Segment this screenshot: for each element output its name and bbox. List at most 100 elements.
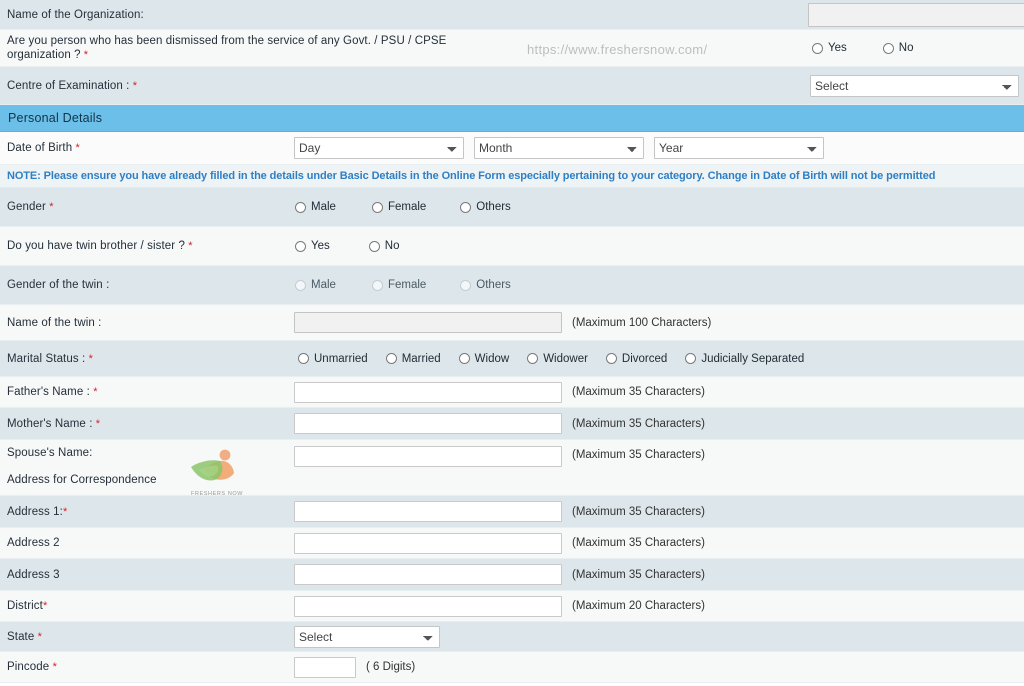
twin-name-input[interactable]	[294, 312, 562, 333]
fathers-name-hint: (Maximum 35 Characters)	[572, 386, 705, 398]
mothers-name-hint: (Maximum 35 Characters)	[572, 417, 705, 430]
radio-marital-widower[interactable]: Widower	[527, 353, 588, 365]
label-text: Gender	[7, 201, 50, 213]
pincode-input[interactable]	[294, 656, 356, 678]
radio-circle-icon	[812, 42, 823, 54]
radio-twin-no[interactable]: No	[368, 240, 400, 252]
radio-marital-married[interactable]: Married	[385, 353, 441, 365]
radio-label: Female	[387, 201, 427, 213]
label-text: Name of the Organization:	[7, 8, 144, 21]
label-text: Gender of the twin :	[7, 279, 110, 291]
label-text: Name of the twin :	[7, 316, 102, 329]
label-marital-status: Marital Status : *	[0, 352, 296, 366]
label-text: State	[7, 630, 38, 643]
address-1-input[interactable]	[294, 501, 562, 522]
row-marital-status: Marital Status : * Unmarried Married Wid…	[0, 341, 1024, 377]
section-title: Personal Details	[8, 111, 103, 125]
radio-twin-gender-female[interactable]: Female	[371, 279, 426, 291]
fathers-name-input[interactable]	[294, 381, 562, 403]
label-text: Spouse's Name:	[7, 447, 93, 459]
radio-twin-yes[interactable]: Yes	[295, 240, 330, 252]
radio-gender-others[interactable]: Others	[460, 201, 511, 213]
label-text: Address 3	[7, 568, 60, 581]
required-asterisk: *	[49, 201, 54, 213]
label-address-2: Address 2	[0, 536, 296, 550]
label-text: Date of Birth	[7, 142, 76, 154]
radio-circle-icon	[460, 201, 472, 213]
required-asterisk: *	[95, 417, 101, 430]
spouse-name-input[interactable]	[294, 446, 562, 467]
dismissed-radio-group: Yes No	[812, 42, 917, 54]
label-date-of-birth: Date of Birth *	[0, 141, 296, 155]
address-3-input[interactable]	[294, 564, 562, 585]
label-fathers-name: Father's Name : *	[0, 385, 296, 399]
row-district: District* (Maximum 20 Characters)	[0, 591, 1024, 622]
required-asterisk: *	[188, 240, 193, 252]
label-text: Address 1:	[7, 505, 63, 518]
radio-circle-icon	[385, 353, 397, 364]
pincode-hint: ( 6 Digits)	[366, 661, 416, 673]
has-twin-radio-group: Yes No	[295, 240, 403, 252]
radio-circle-icon	[882, 42, 894, 54]
address-1-hint: (Maximum 35 Characters)	[572, 505, 705, 518]
radio-label: No	[384, 240, 400, 252]
row-address-2: Address 2 (Maximum 35 Characters)	[0, 528, 1024, 559]
radio-label: Others	[476, 201, 511, 213]
radio-marital-unmarried[interactable]: Unmarried	[298, 353, 368, 365]
application-form-page: Name of the Organization: Are you person…	[0, 0, 1024, 686]
dob-day-select[interactable]: Day	[294, 137, 464, 159]
label-text: Address 2	[7, 537, 60, 549]
radio-circle-icon	[460, 279, 472, 291]
radio-circle-icon	[527, 353, 539, 364]
radio-circle-icon	[458, 353, 470, 364]
row-address-1: Address 1:* (Maximum 35 Characters)	[0, 496, 1024, 528]
label-text: Father's Name :	[7, 386, 94, 398]
label-address-3: Address 3	[0, 568, 296, 582]
state-select[interactable]: Select	[294, 625, 440, 648]
radio-label: Widow	[474, 352, 510, 365]
dob-month-select[interactable]: Month	[474, 137, 644, 159]
row-dismissed-question: Are you person who has been dismissed fr…	[0, 30, 1024, 67]
label-has-twin: Do you have twin brother / sister ? *	[0, 239, 296, 253]
label-text: Address for Correspondence	[7, 474, 157, 486]
mothers-name-input[interactable]	[294, 413, 562, 434]
radio-circle-icon	[295, 279, 306, 291]
address-2-input[interactable]	[294, 532, 562, 554]
radio-twin-gender-male[interactable]: Male	[295, 279, 336, 291]
radio-marital-widow[interactable]: Widow	[458, 352, 510, 365]
radio-dismissed-yes[interactable]: Yes	[812, 42, 847, 54]
required-asterisk: *	[75, 142, 80, 154]
label-text: District	[7, 600, 43, 612]
radio-twin-gender-others[interactable]: Others	[460, 279, 511, 291]
radio-dismissed-no[interactable]: No	[882, 42, 913, 54]
radio-label: Yes	[828, 42, 847, 54]
label-district: District*	[0, 599, 296, 613]
radio-circle-icon	[295, 240, 306, 252]
radio-circle-icon	[298, 353, 309, 364]
radio-label: Widower	[543, 352, 588, 365]
required-asterisk: *	[52, 661, 57, 673]
radio-marital-judicially-separated[interactable]: Judicially Separated	[685, 353, 804, 365]
label-text: Do you have twin brother / sister ?	[7, 240, 189, 252]
label-spouse-name-group: Spouse's Name: Address for Correspondenc…	[0, 440, 296, 487]
row-gender: Gender * Male Female Others	[0, 188, 1024, 227]
radio-circle-icon	[605, 353, 617, 364]
required-asterisk: *	[37, 630, 43, 643]
label-text: Pincode	[7, 661, 53, 673]
row-address-3: Address 3 (Maximum 35 Characters)	[0, 559, 1024, 591]
radio-circle-icon	[685, 353, 697, 364]
radio-gender-female[interactable]: Female	[371, 201, 427, 213]
radio-label: Yes	[311, 240, 330, 252]
centre-of-examination-select[interactable]: Select	[810, 74, 1019, 97]
dob-year-select[interactable]: Year	[654, 137, 824, 159]
row-dob-note: NOTE: Please ensure you have already fil…	[0, 165, 1024, 188]
radio-circle-icon	[295, 201, 306, 213]
organization-name-input[interactable]	[808, 2, 1024, 27]
label-gender: Gender *	[0, 200, 296, 214]
radio-marital-divorced[interactable]: Divorced	[605, 353, 667, 365]
row-twin-name: Name of the twin : (Maximum 100 Characte…	[0, 305, 1024, 341]
marital-status-radio-group: Unmarried Married Widow Widower Divorced	[298, 353, 808, 365]
radio-gender-male[interactable]: Male	[295, 201, 336, 213]
district-input[interactable]	[294, 595, 562, 617]
row-fathers-name: Father's Name : * (Maximum 35 Characters…	[0, 377, 1024, 408]
